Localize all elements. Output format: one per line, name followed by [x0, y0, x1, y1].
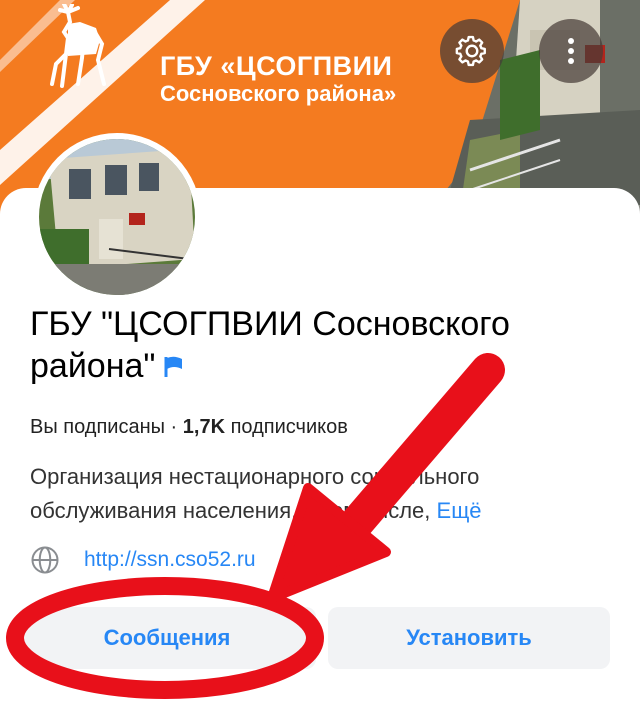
messages-button[interactable]: Сообщения — [18, 607, 316, 669]
description-text: Организация нестационарного социального … — [30, 464, 480, 523]
globe-icon — [31, 546, 59, 574]
subscribers-info: Вы подписаны · 1,7K подписчиков — [30, 416, 348, 439]
cover-title-line1: ГБУ «ЦСОГПВИИ — [160, 51, 393, 81]
settings-button[interactable] — [440, 19, 504, 83]
subscribers-label[interactable]: подписчиков — [231, 416, 348, 438]
deer-logo-icon — [50, 4, 106, 88]
website-row[interactable]: http://ssn.cso52.ru — [30, 545, 256, 575]
description-more-link[interactable]: Ещё — [437, 498, 482, 523]
flag-icon — [163, 347, 185, 389]
community-name: ГБУ "ЦСОГПВИИ Сосновского района" — [30, 303, 620, 389]
cover-title: ГБУ «ЦСОГПВИИ Сосновского района» — [160, 51, 397, 107]
community-description: Организация нестационарного социального … — [30, 460, 610, 528]
separator: · — [165, 416, 183, 438]
avatar[interactable] — [33, 133, 201, 301]
subscription-status: Вы подписаны — [30, 416, 165, 438]
install-button[interactable]: Установить — [328, 607, 610, 669]
more-button[interactable] — [539, 19, 603, 83]
avatar-photo — [39, 139, 195, 295]
gear-icon — [455, 35, 486, 67]
more-vertical-icon — [568, 38, 574, 64]
subscribers-count: 1,7K — [182, 416, 226, 438]
cover-title-line2: Сосновского района» — [160, 81, 397, 107]
community-name-text: ГБУ "ЦСОГПВИИ Сосновского района" — [30, 305, 510, 385]
website-link[interactable]: http://ssn.cso52.ru — [84, 548, 256, 572]
